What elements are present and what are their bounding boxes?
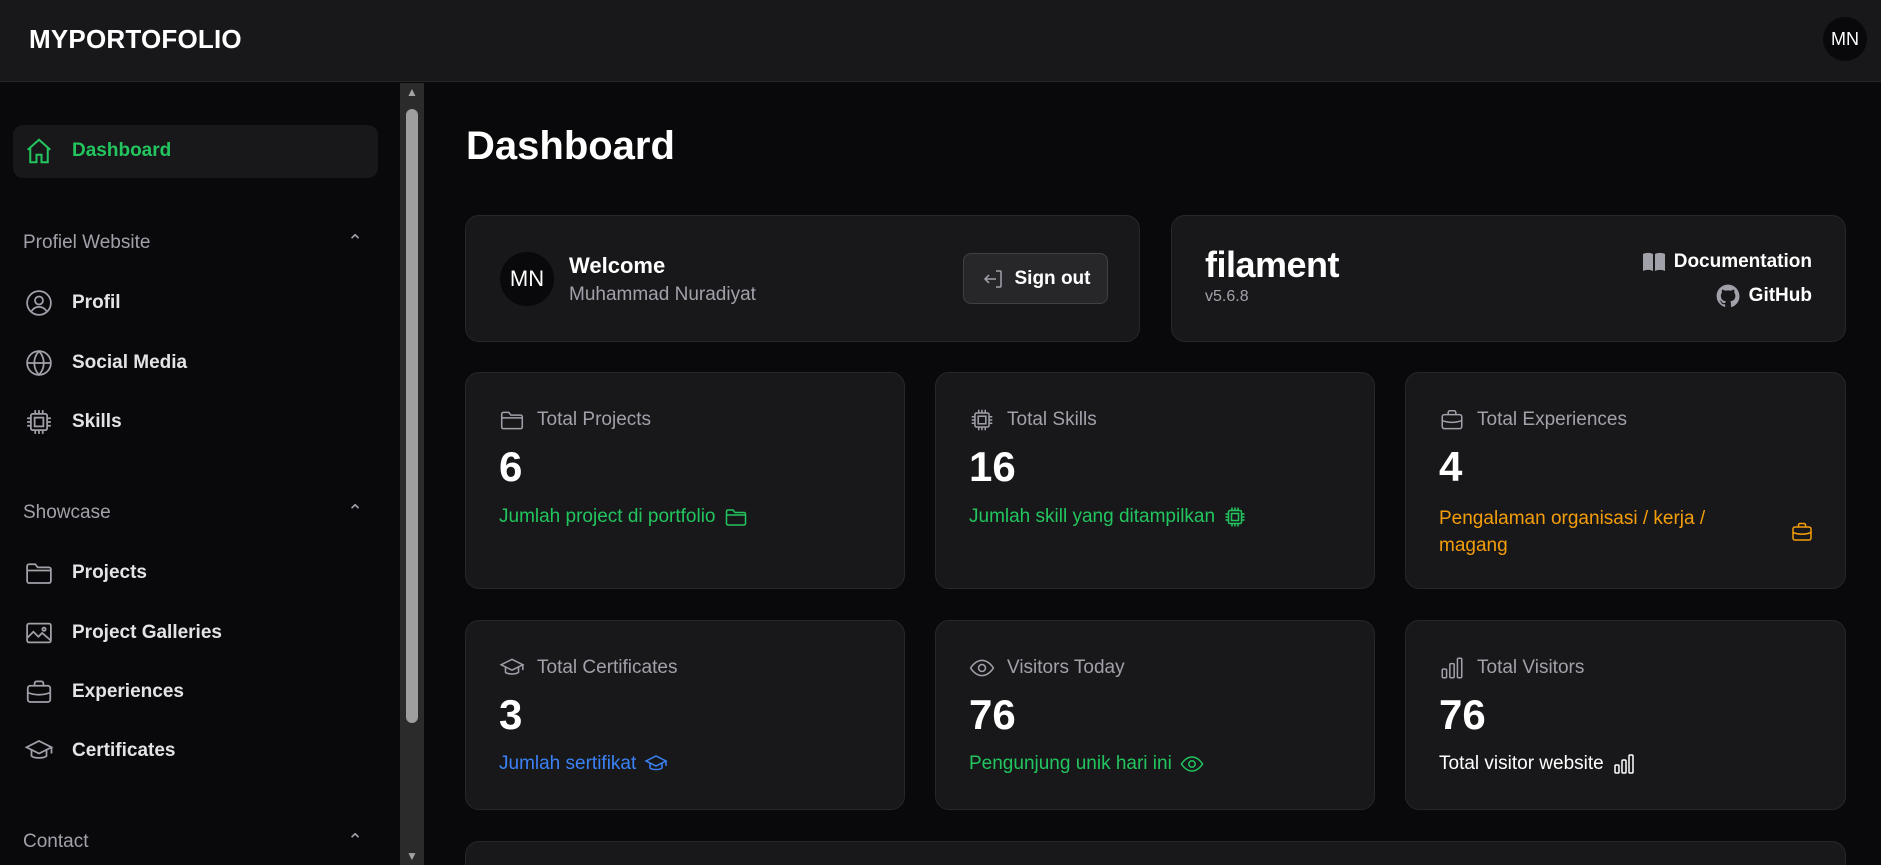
scroll-thumb[interactable]	[406, 109, 418, 723]
sign-out-label: Sign out	[1014, 267, 1091, 289]
academic-cap-icon	[644, 755, 668, 771]
sign-out-icon	[983, 269, 1002, 288]
next-section-card	[465, 841, 1846, 865]
folder-icon	[500, 411, 524, 430]
stat-card-total-skills: Total Skills 16 Jumlah skill yang ditamp…	[935, 372, 1375, 589]
avatar: MN	[500, 252, 554, 306]
sidebar-item-label: Dashboard	[72, 140, 172, 161]
stat-value: 76	[969, 691, 1016, 738]
documentation-label: Documentation	[1673, 251, 1812, 272]
stat-description: Pengunjung unik hari ini	[969, 753, 1172, 774]
bar-chart-icon	[1613, 754, 1634, 774]
stat-value: 6	[499, 443, 523, 490]
stat-label: Total Skills	[1007, 409, 1097, 430]
sidebar-item-label: Experiences	[72, 681, 184, 702]
sidebar-item-experiences[interactable]: Experiences	[24, 677, 184, 707]
welcome-title: Welcome	[569, 253, 666, 278]
sidebar-item-profil[interactable]: Profil	[24, 288, 121, 318]
sign-out-button[interactable]: Sign out	[963, 253, 1108, 304]
filament-logo[interactable]: filament	[1205, 244, 1340, 286]
folder-icon	[725, 509, 746, 526]
stat-card-total-experiences: Total Experiences 4 Pengalaman organisas…	[1405, 372, 1846, 589]
sidebar-item-label: Certificates	[72, 740, 176, 761]
group-label: Profiel Website	[23, 231, 151, 253]
sidebar: Dashboard Profiel Website ⌃ Profil Socia…	[0, 83, 400, 865]
sidebar-item-skills[interactable]: Skills	[24, 407, 122, 437]
welcome-card: MN Welcome Muhammad Nuradiyat Sign out	[465, 215, 1140, 342]
home-icon	[27, 138, 51, 164]
stat-label: Visitors Today	[1007, 657, 1125, 678]
stat-card-total-visitors: Total Visitors 76 Total visitor website	[1405, 620, 1846, 810]
folder-icon	[26, 563, 52, 584]
github-label: GitHub	[1748, 285, 1812, 306]
documentation-link[interactable]: Documentation	[1642, 251, 1812, 273]
bar-chart-icon	[1441, 657, 1463, 679]
topbar: MYPORTOFOLIO MN	[0, 0, 1881, 82]
stat-description: Jumlah skill yang ditampilkan	[969, 506, 1216, 527]
eye-icon	[1180, 756, 1204, 772]
sidebar-item-label: Projects	[72, 562, 147, 583]
photo-icon	[26, 622, 52, 644]
sidebar-item-label: Profil	[72, 292, 121, 313]
filament-version: v5.6.8	[1205, 288, 1249, 305]
stat-description: Jumlah project di portfolio	[499, 506, 716, 527]
book-open-icon	[1642, 252, 1665, 271]
group-label: Showcase	[23, 501, 111, 523]
group-label: Contact	[23, 830, 89, 852]
user-avatar[interactable]: MN	[1823, 17, 1867, 61]
stat-label: Total Experiences	[1477, 409, 1627, 430]
stat-card-visitors-today: Visitors Today 76 Pengunjung unik hari i…	[935, 620, 1375, 810]
sidebar-item-label: Project Galleries	[72, 622, 222, 643]
stat-value: 16	[969, 443, 1016, 490]
chevron-up-icon[interactable]: ⌃	[347, 501, 363, 524]
stat-value: 76	[1439, 691, 1486, 738]
stat-label: Total Projects	[537, 409, 652, 430]
user-circle-icon	[26, 290, 52, 316]
sidebar-item-project-galleries[interactable]: Project Galleries	[24, 618, 222, 648]
chevron-up-icon[interactable]: ⌃	[347, 830, 363, 853]
globe-icon	[26, 349, 52, 377]
filament-info-card: filament v5.6.8 Documentation GitHub	[1171, 215, 1846, 342]
sidebar-item-label: Social Media	[72, 352, 188, 373]
github-icon	[1716, 284, 1740, 308]
sidebar-group-profiel-website[interactable]: Profiel Website ⌃	[23, 231, 363, 254]
stat-label: Total Visitors	[1477, 657, 1585, 678]
stat-card-total-certificates: Total Certificates 3 Jumlah sertifikat	[465, 620, 905, 810]
academic-cap-icon	[499, 658, 525, 675]
eye-icon	[969, 659, 995, 677]
cpu-chip-icon	[1225, 507, 1245, 527]
sidebar-item-label: Skills	[72, 411, 122, 432]
brand-logo[interactable]: MYPORTOFOLIO	[29, 24, 242, 55]
page-title: Dashboard	[466, 124, 675, 168]
stat-card-total-projects: Total Projects 6 Jumlah project di portf…	[465, 372, 905, 589]
scroll-down-arrow-icon[interactable]: ▼	[405, 849, 419, 863]
sidebar-item-dashboard-link[interactable]: Dashboard	[24, 136, 171, 166]
sidebar-scrollbar[interactable]: ▲ ▼	[400, 83, 424, 865]
stat-label: Total Certificates	[537, 657, 678, 678]
chevron-up-icon[interactable]: ⌃	[347, 231, 363, 254]
briefcase-icon	[1441, 410, 1463, 430]
stat-description: Total visitor website	[1439, 753, 1604, 774]
sidebar-item-social-media[interactable]: Social Media	[24, 348, 187, 378]
sidebar-item-certificates[interactable]: Certificates	[24, 736, 176, 766]
cpu-chip-icon	[27, 410, 51, 434]
academic-cap-icon	[24, 740, 54, 759]
sidebar-group-showcase[interactable]: Showcase ⌃	[23, 501, 363, 524]
github-link[interactable]: GitHub	[1715, 283, 1812, 309]
stat-description: Jumlah sertifikat	[499, 753, 637, 774]
welcome-user-name: Muhammad Nuradiyat	[569, 284, 756, 305]
sidebar-group-contact[interactable]: Contact ⌃	[23, 830, 363, 853]
briefcase-icon	[26, 680, 52, 703]
scroll-up-arrow-icon[interactable]: ▲	[405, 85, 419, 99]
sidebar-item-projects[interactable]: Projects	[24, 558, 147, 588]
stat-description: Pengalaman organisasi / kerja / magang	[1439, 508, 1706, 556]
stat-value: 3	[499, 691, 523, 738]
stat-value: 4	[1439, 443, 1463, 490]
briefcase-icon	[1792, 522, 1812, 541]
cpu-chip-icon	[971, 409, 993, 431]
